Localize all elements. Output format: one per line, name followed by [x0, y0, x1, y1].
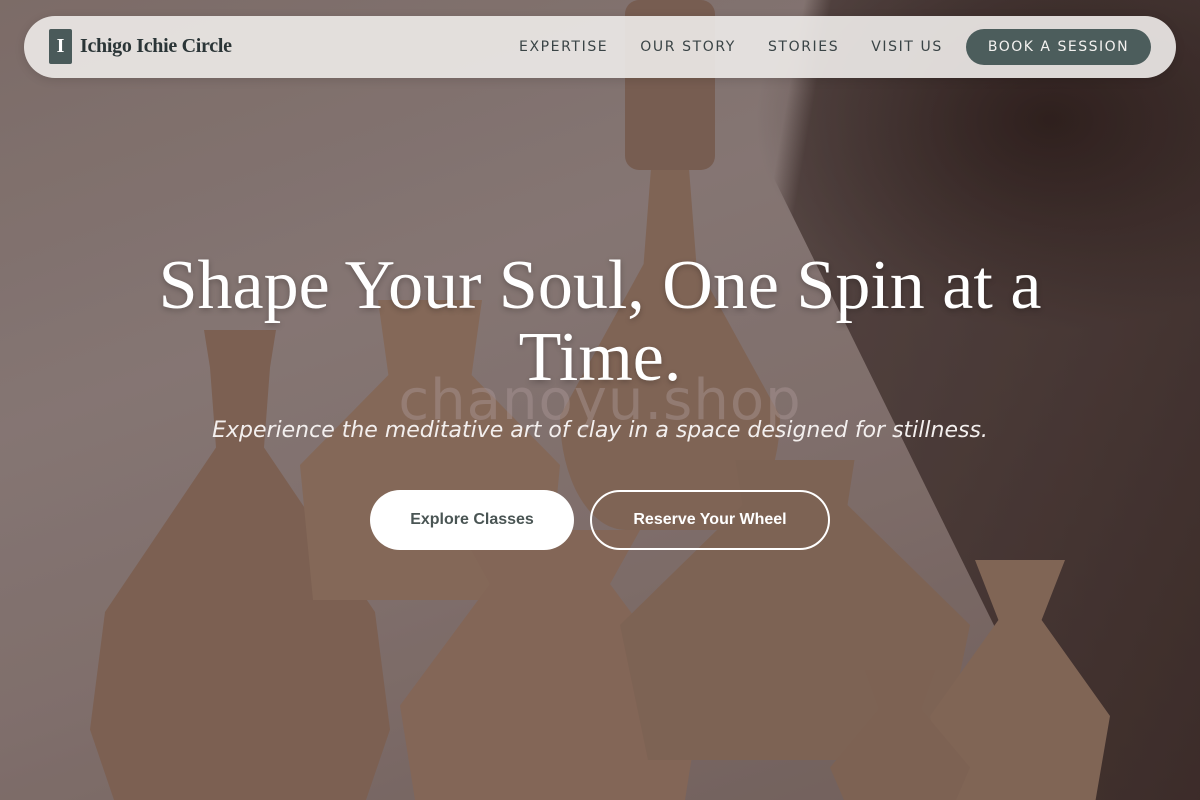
nav-link-our-story[interactable]: OUR STORY — [640, 39, 736, 55]
top-navbar: I Ichigo Ichie Circle EXPERTISE OUR STOR… — [24, 16, 1176, 78]
nav-link-visit-us[interactable]: VISIT US — [871, 39, 943, 55]
nav-links: EXPERTISE OUR STORY STORIES VISIT US — [519, 16, 975, 78]
brand-name: Ichigo Ichie Circle — [80, 34, 232, 57]
hero-subheadline: Experience the meditative art of clay in… — [212, 418, 988, 443]
reserve-wheel-button[interactable]: Reserve Your Wheel — [590, 490, 830, 550]
explore-classes-button[interactable]: Explore Classes — [370, 490, 574, 550]
brand-logo[interactable]: I Ichigo Ichie Circle — [49, 28, 232, 64]
nav-link-stories[interactable]: STORIES — [768, 39, 839, 55]
nav-link-expertise[interactable]: EXPERTISE — [519, 39, 608, 55]
book-session-button[interactable]: BOOK A SESSION — [966, 29, 1151, 65]
logo-mark-icon: I — [49, 28, 72, 64]
hero-headline: Shape Your Soul, One Spin at a Time. — [158, 247, 1042, 396]
